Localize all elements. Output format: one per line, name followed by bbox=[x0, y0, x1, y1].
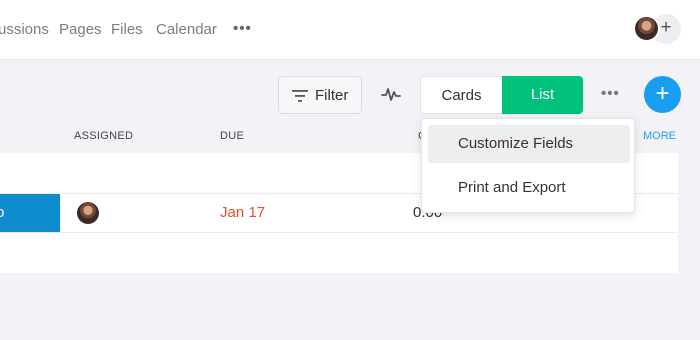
due-date[interactable]: Jan 17 bbox=[220, 204, 265, 221]
column-more-link[interactable]: MORE bbox=[643, 130, 676, 142]
filter-button[interactable]: Filter bbox=[278, 76, 362, 114]
view-list-button[interactable]: List bbox=[502, 76, 583, 114]
column-header-due[interactable]: DUE bbox=[220, 130, 244, 142]
nav-link-pages[interactable]: Pages bbox=[59, 21, 102, 38]
row-divider bbox=[0, 232, 678, 233]
task-name: o bbox=[0, 204, 5, 221]
column-header-assigned[interactable]: ASSIGNED bbox=[74, 130, 133, 142]
menu-item-print-export[interactable]: Print and Export bbox=[428, 169, 630, 207]
menu-item-customize-fields[interactable]: Customize Fields bbox=[428, 125, 630, 163]
top-nav: ussions Pages Files Calendar ••• + bbox=[0, 0, 700, 60]
nav-link-files[interactable]: Files bbox=[111, 21, 143, 38]
view-cards-button[interactable]: Cards bbox=[420, 76, 502, 114]
nav-link-discussions[interactable]: ussions bbox=[0, 21, 49, 38]
nav-more-icon[interactable]: ••• bbox=[233, 21, 252, 36]
filter-icon bbox=[292, 90, 308, 102]
add-item-button[interactable]: + bbox=[644, 76, 681, 113]
nav-link-calendar[interactable]: Calendar bbox=[156, 21, 217, 38]
activity-icon[interactable] bbox=[381, 85, 401, 103]
filter-label: Filter bbox=[315, 87, 349, 104]
user-avatar[interactable] bbox=[633, 15, 660, 42]
more-options-menu: Customize Fields Print and Export bbox=[421, 118, 635, 213]
assignee-avatar[interactable] bbox=[77, 202, 99, 224]
more-options-icon[interactable]: ••• bbox=[601, 86, 620, 101]
task-name-cell[interactable]: o bbox=[0, 194, 60, 232]
